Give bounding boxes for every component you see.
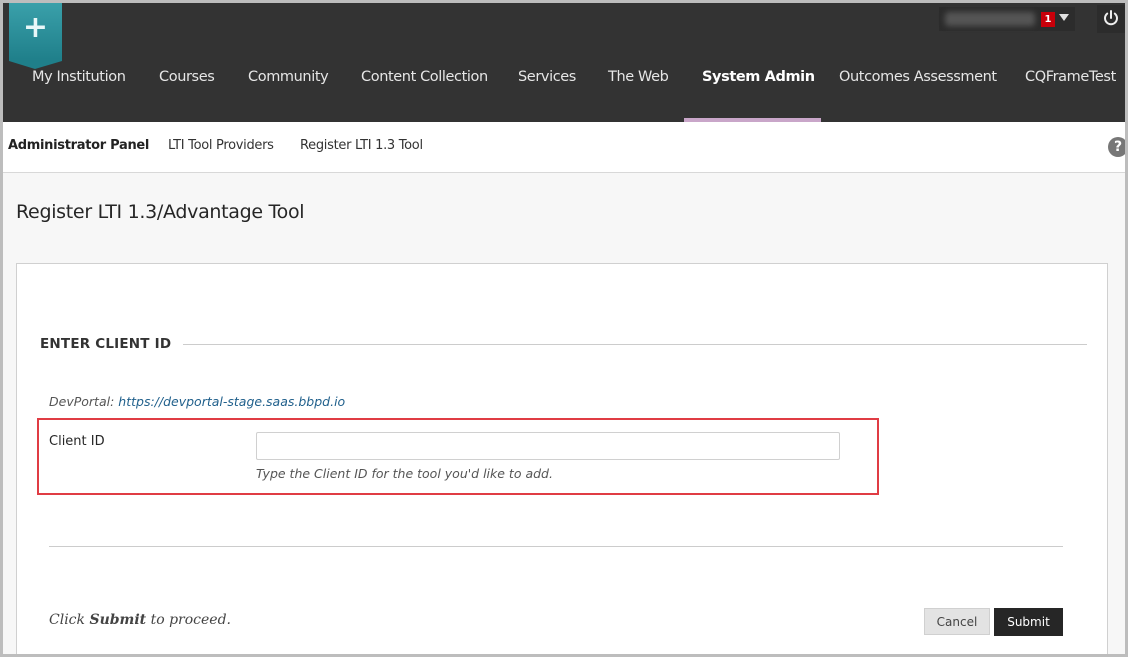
logo-plus-icon[interactable]: + — [9, 3, 62, 69]
devportal-link[interactable]: https://devportal-stage.saas.bbpd.io — [118, 394, 345, 409]
logout-button[interactable] — [1097, 5, 1125, 33]
nav-courses[interactable]: Courses — [159, 59, 215, 99]
user-menu[interactable]: 1 — [939, 7, 1075, 31]
plus-icon: + — [22, 10, 49, 45]
breadcrumb-administrator-panel[interactable]: Administrator Panel — [8, 138, 149, 153]
proceed-suffix: to proceed. — [150, 612, 232, 628]
submit-button[interactable]: Submit — [994, 608, 1063, 636]
user-name-blurred — [945, 12, 1035, 26]
devportal-label: DevPortal: — [49, 394, 115, 409]
proceed-bold: Submit — [89, 612, 147, 628]
power-icon — [1104, 10, 1118, 26]
nav-my-institution[interactable]: My Institution — [32, 59, 126, 99]
client-id-label: Client ID — [49, 434, 105, 449]
chevron-down-icon[interactable] — [1059, 14, 1069, 21]
page-title: Register LTI 1.3/Advantage Tool — [16, 201, 305, 223]
submit-instructions: Click Submit to proceed. — [49, 612, 231, 628]
client-id-help: Type the Client ID for the tool you'd li… — [256, 466, 553, 481]
nav-services[interactable]: Services — [518, 59, 576, 99]
nav-outcomes-assessment[interactable]: Outcomes Assessment — [839, 59, 997, 99]
proceed-prefix: Click — [49, 612, 85, 628]
nav-content-collection[interactable]: Content Collection — [361, 59, 488, 99]
breadcrumb-lti-tool-providers[interactable]: LTI Tool Providers — [168, 138, 274, 153]
step-title: ENTER CLIENT ID — [40, 336, 184, 352]
top-bar: + 1 My Institution Courses Community Con… — [3, 3, 1125, 122]
nav-system-admin[interactable]: System Admin — [702, 59, 815, 99]
client-id-input[interactable] — [256, 432, 840, 460]
notification-badge[interactable]: 1 — [1041, 12, 1055, 27]
app-window: + 1 My Institution Courses Community Con… — [3, 3, 1125, 654]
main-nav: My Institution Courses Community Content… — [3, 59, 1125, 99]
form-panel: ENTER CLIENT ID DevPortal: https://devpo… — [16, 263, 1108, 654]
devportal-info: DevPortal: https://devportal-stage.saas.… — [49, 394, 345, 409]
nav-cqframetest[interactable]: CQFrameTest — [1025, 59, 1116, 99]
form-divider — [49, 546, 1063, 547]
breadcrumb-register-lti-tool: Register LTI 1.3 Tool — [300, 138, 423, 153]
cancel-button[interactable]: Cancel — [924, 608, 990, 635]
nav-community[interactable]: Community — [248, 59, 329, 99]
step-divider — [167, 344, 1087, 345]
main-content: Register LTI 1.3/Advantage Tool ENTER CL… — [3, 173, 1125, 654]
help-icon[interactable]: ? — [1108, 137, 1125, 157]
nav-the-web[interactable]: The Web — [608, 59, 669, 99]
breadcrumb: Administrator Panel LTI Tool Providers R… — [3, 122, 1125, 173]
